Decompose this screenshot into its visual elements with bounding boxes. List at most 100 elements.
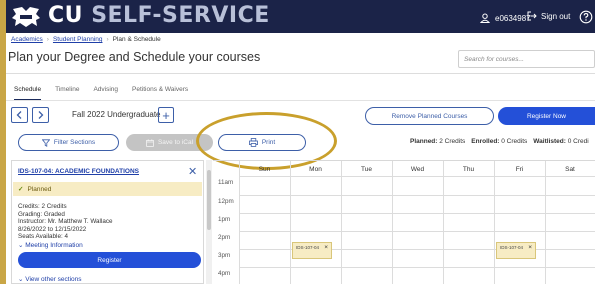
brand-self-service: SELF-SERVICE [91, 3, 270, 28]
grid-line [239, 161, 240, 284]
user-menu[interactable]: e0634987 [480, 11, 531, 25]
sign-out-label: Sign out [541, 11, 571, 21]
calendar-icon [146, 138, 154, 147]
course-seats: Seats Available: 4 [18, 233, 68, 241]
meeting-information-toggle[interactable]: ⌄ Meeting Information [18, 241, 83, 249]
breadcrumb-separator: › [106, 36, 109, 43]
breadcrumb-plan-schedule: Plan & Schedule [112, 36, 161, 43]
save-to-ical-label: Save to iCal [157, 139, 194, 146]
remove-planned-courses-button[interactable]: Remove Planned Courses [365, 107, 494, 125]
app-brand[interactable]: CU SELF-SERVICE [48, 3, 270, 28]
course-details: Credits: 2 Credits Grading: Graded Instr… [18, 203, 112, 241]
hour-label-3pm: 3pm [218, 252, 231, 259]
top-header: CU SELF-SERVICE e0634987 Sign out [6, 0, 595, 33]
event-label: IDS-107-04 [296, 245, 320, 250]
grid-line [239, 213, 595, 214]
calendar-event-fri[interactable]: IDS-107-04 × [496, 242, 536, 259]
day-header-fri: Fri [515, 166, 524, 173]
tab-bar: Schedule Timeline Advising Petitions & W… [14, 86, 202, 101]
course-dates: 8/26/2022 to 12/15/2022 [18, 225, 87, 233]
grid-line [239, 231, 595, 232]
planned-status-bar: ✓ Planned [13, 182, 202, 196]
app-frame: CU SELF-SERVICE e0634987 Sign out Academ… [6, 0, 595, 284]
day-header-sat: Sat [565, 166, 575, 173]
sign-out-link[interactable]: Sign out [527, 11, 570, 21]
grid-line [239, 267, 595, 268]
grid-line [545, 161, 546, 284]
status-label: Planned [27, 185, 52, 193]
enrolled-label: Enrolled: [471, 138, 500, 145]
event-label: IDS-107-04 [500, 245, 524, 250]
filter-icon [41, 138, 50, 147]
course-search-input[interactable]: Search for courses... [458, 50, 595, 68]
sign-out-icon [527, 11, 537, 21]
calendar-scrollbar[interactable] [206, 160, 212, 284]
course-instructor: Instructor: Mr. Matthew T. Wallace [18, 218, 113, 226]
breadcrumb-student-planning[interactable]: Student Planning [53, 36, 103, 43]
chevron-down-icon: ⌄ [18, 276, 24, 283]
current-term: Fall 2022 Undergraduate [72, 110, 161, 119]
previous-term-button[interactable] [11, 107, 28, 123]
grid-line [443, 161, 444, 284]
day-header-wed: Wed [410, 166, 425, 173]
register-button[interactable]: Register [18, 252, 201, 268]
close-icon[interactable]: × [528, 244, 532, 251]
tab-schedule[interactable]: Schedule [14, 86, 42, 101]
grid-line [239, 176, 595, 177]
breadcrumb-academics[interactable]: Academics [11, 36, 43, 43]
save-to-ical-button[interactable]: Save to iCal [126, 134, 213, 151]
printer-icon [248, 138, 258, 147]
close-icon[interactable]: ✕ [188, 165, 197, 178]
username: e0634987 [495, 13, 531, 23]
brand-cu: CU [48, 3, 84, 28]
checkmark-icon: ✓ [18, 186, 24, 193]
meeting-information-label: Meeting Information [25, 242, 83, 249]
planned-label: Planned: [410, 138, 438, 145]
course-credits: Credits: 2 Credits [18, 203, 67, 210]
breadcrumb-separator: › [46, 36, 49, 43]
course-card: IDS-107-04: ACADEMIC FOUNDATIONS ✕ ✓ Pla… [11, 160, 204, 284]
course-grading: Grading: Graded [18, 210, 65, 218]
scrollbar-thumb[interactable] [207, 170, 211, 230]
chevron-down-icon: ⌄ [18, 242, 24, 249]
register-now-button[interactable]: Register Now [498, 107, 595, 125]
divider [6, 73, 595, 74]
tab-advising[interactable]: Advising [93, 86, 118, 101]
calendar-event-mon[interactable]: IDS-107-04 × [292, 242, 332, 259]
waitlisted-label: Waitlisted: [533, 138, 566, 145]
filter-sections-button[interactable]: Filter Sections [18, 134, 119, 151]
tab-timeline[interactable]: Timeline [55, 86, 79, 101]
add-term-button[interactable]: + [158, 107, 174, 123]
grid-line [239, 195, 595, 196]
day-header-thu: Thu [462, 166, 475, 173]
credits-summary: Planned: 2 Credits Enrolled: 0 Credits Wai… [410, 138, 595, 145]
next-term-button[interactable] [32, 107, 49, 123]
grid-line [392, 161, 393, 284]
help-icon[interactable] [579, 10, 593, 24]
chevron-right-icon [38, 111, 44, 119]
enrolled-credits: 0 Credits [501, 138, 528, 145]
grid-line [341, 161, 342, 284]
tab-petitions-waivers[interactable]: Petitions & Waivers [132, 86, 188, 101]
print-label: Print [261, 139, 276, 146]
grid-line [290, 161, 291, 284]
chevron-left-icon [16, 111, 22, 119]
print-button[interactable]: Print [218, 134, 306, 151]
divider [6, 100, 595, 101]
waitlisted-credits: 0 Credi [567, 138, 589, 145]
course-title-link[interactable]: IDS-107-04: ACADEMIC FOUNDATIONS [18, 168, 139, 175]
day-header-tue: Tue [361, 166, 372, 173]
breadcrumb: Academics › Student Planning › Plan & Schedu… [11, 36, 161, 43]
close-icon[interactable]: × [324, 244, 328, 251]
plus-icon: + [162, 107, 170, 123]
hour-label-1pm: 1pm [218, 216, 231, 223]
week-calendar: Sun Mon Tue Wed Thu Fri Sat 11am 12pm 1p… [213, 160, 595, 284]
day-header-sun: Sun [258, 166, 271, 173]
view-other-sections-label: View other sections [25, 276, 82, 283]
buffalo-logo-icon [12, 7, 40, 27]
view-other-sections-toggle[interactable]: ⌄ View other sections [18, 275, 82, 283]
page-title: Plan your Degree and Schedule your cours… [8, 50, 261, 64]
grid-line [494, 161, 495, 284]
day-header-mon: Mon [309, 166, 322, 173]
hour-label-2pm: 2pm [218, 234, 231, 241]
